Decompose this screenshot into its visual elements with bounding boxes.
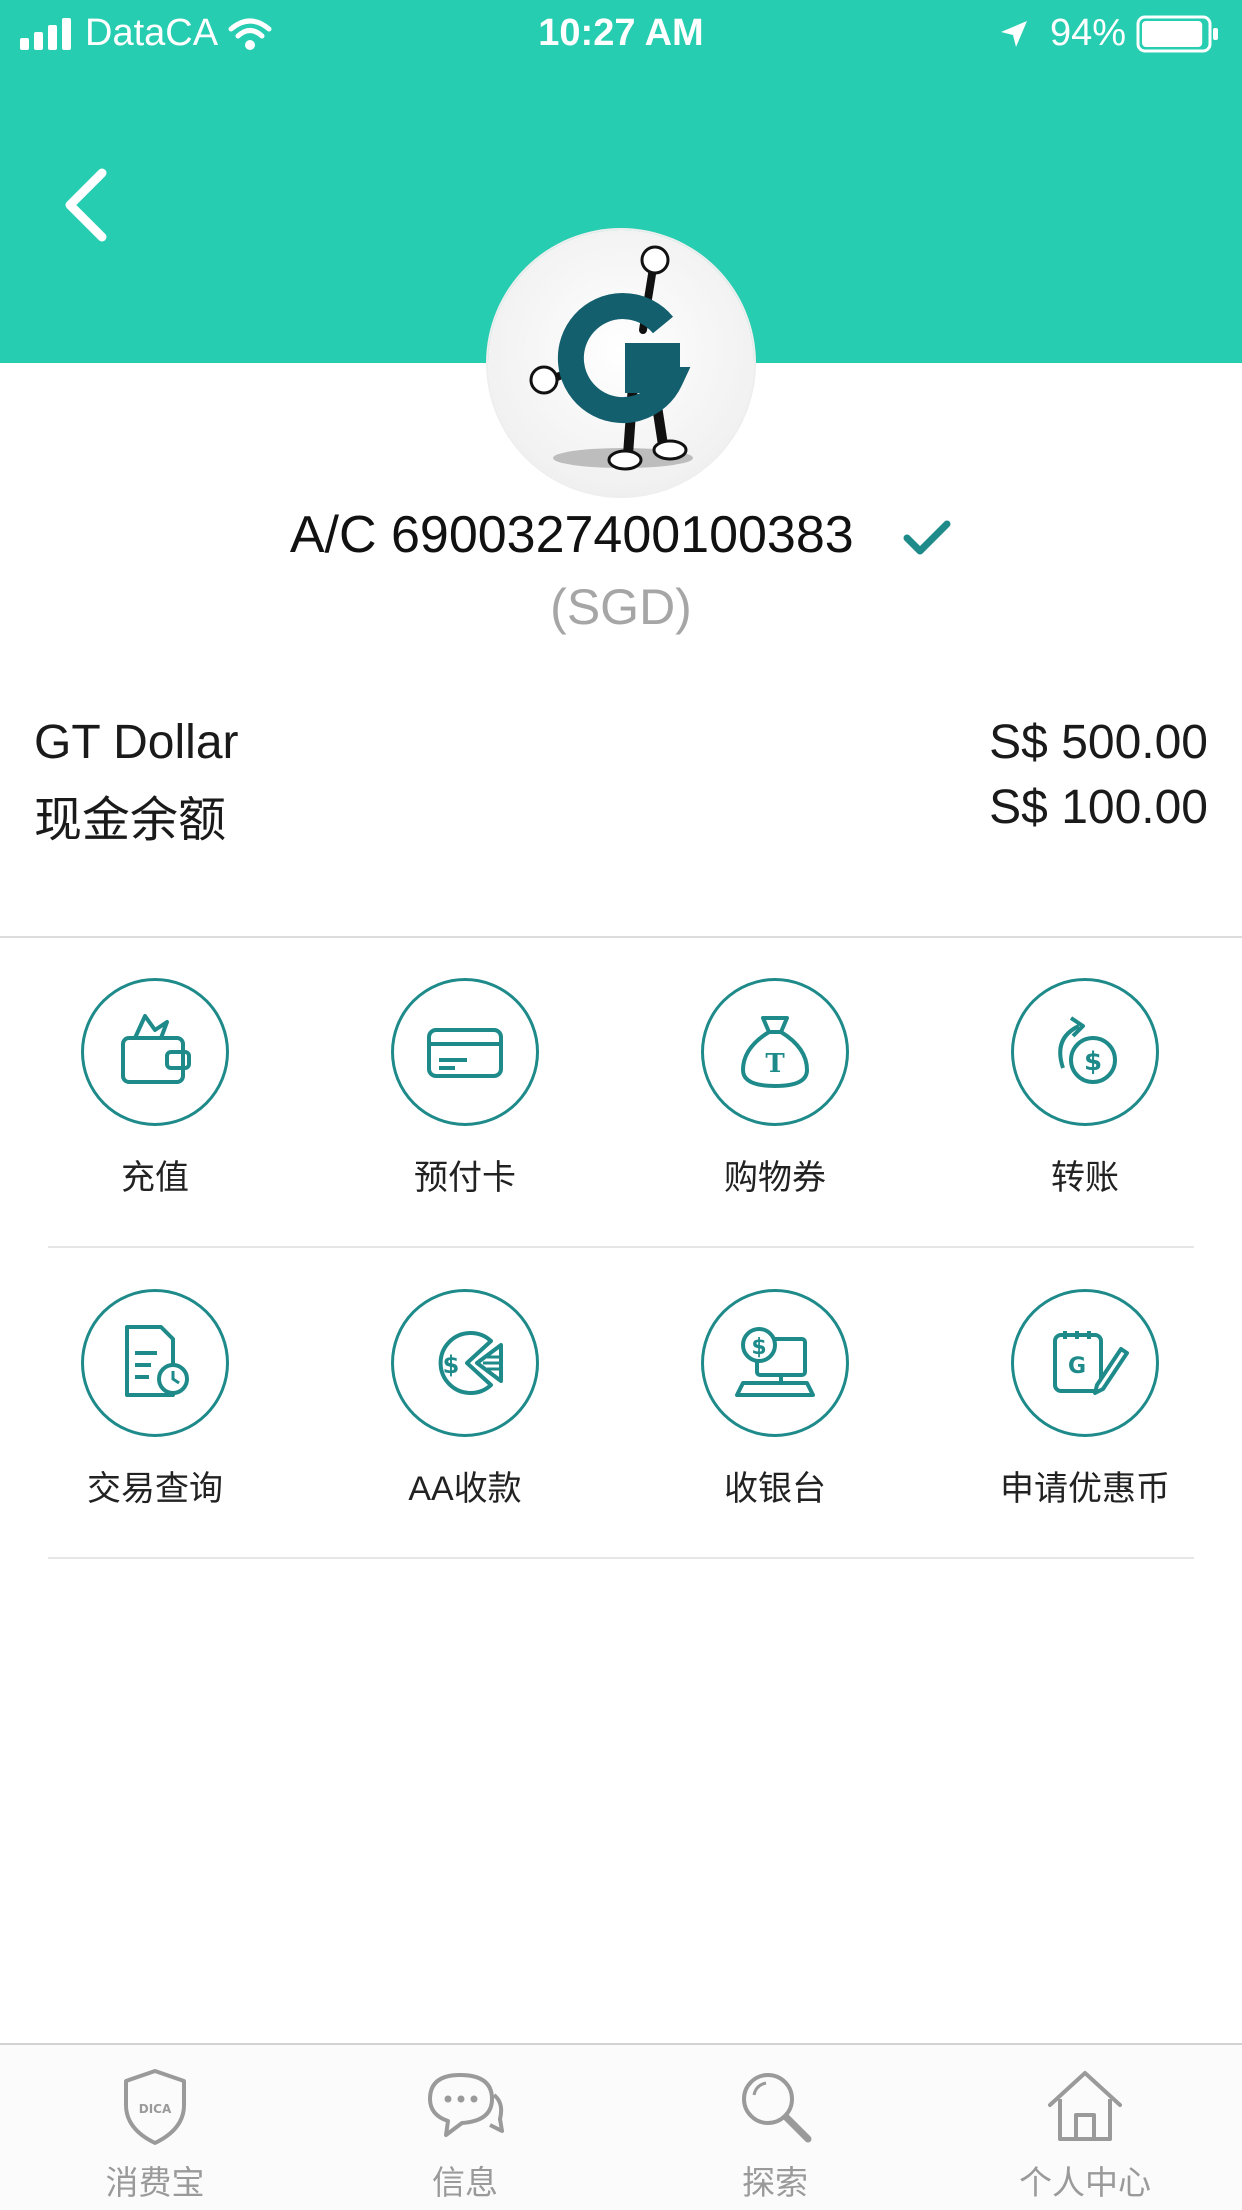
apply-coupon-icon: G bbox=[1053, 1331, 1129, 1395]
coupon-circle: G bbox=[1011, 1289, 1159, 1437]
account-number-row: A/C 6900327400100383 bbox=[0, 505, 1242, 565]
tab-explore[interactable]: 探索 bbox=[620, 2065, 930, 2204]
check-icon bbox=[903, 520, 951, 555]
svg-text:$: $ bbox=[443, 1351, 460, 1379]
card-circle bbox=[391, 978, 539, 1126]
account-currency: (SGD) bbox=[550, 579, 692, 635]
split-payment-icon: $ bbox=[438, 1331, 503, 1395]
tab-label: 信息 bbox=[432, 2164, 498, 2201]
cashier-circle: $ bbox=[701, 1289, 849, 1437]
action-apply-coupon[interactable]: G 申请优惠币 bbox=[930, 1289, 1240, 1510]
search-icon bbox=[742, 2073, 812, 2143]
action-transfer[interactable]: $ 转账 bbox=[930, 978, 1240, 1199]
money-bag-icon: T bbox=[740, 1016, 810, 1089]
account-number: A/C 6900327400100383 bbox=[289, 506, 854, 564]
transaction-circle bbox=[81, 1289, 229, 1437]
back-chevron-icon[interactable] bbox=[58, 165, 118, 245]
battery-percent: 94% bbox=[1049, 12, 1126, 54]
wallet-topup-icon bbox=[121, 1014, 191, 1084]
action-label: 充值 bbox=[121, 1159, 189, 1197]
action-cashier[interactable]: $ 收银台 bbox=[620, 1289, 930, 1510]
balance-value: S$ 500.00 bbox=[989, 716, 1208, 769]
transfer-circle: $ bbox=[1011, 978, 1159, 1126]
shield-icon: DICA bbox=[124, 2069, 186, 2145]
status-bar: DataCA 10:27 AM 94% bbox=[0, 0, 1242, 70]
battery-icon bbox=[1136, 15, 1218, 52]
svg-text:T: T bbox=[765, 1049, 785, 1079]
topup-circle bbox=[81, 978, 229, 1126]
voucher-circle: T bbox=[701, 978, 849, 1126]
chat-icon bbox=[428, 2073, 504, 2137]
action-shopping-voucher[interactable]: T 购物券 bbox=[620, 978, 930, 1199]
tab-consume[interactable]: DICA 消费宝 bbox=[0, 2065, 310, 2204]
tab-messages[interactable]: 信息 bbox=[310, 2065, 620, 2204]
balance-label: GT Dollar bbox=[34, 716, 239, 769]
action-topup[interactable]: 充值 bbox=[0, 978, 310, 1199]
action-aa-collection[interactable]: $ AA收款 bbox=[310, 1289, 620, 1510]
svg-text:G: G bbox=[1068, 1354, 1086, 1379]
tab-profile[interactable]: 个人中心 bbox=[930, 2065, 1240, 2204]
avatar[interactable] bbox=[488, 230, 754, 496]
gt-mascot-logo bbox=[529, 245, 693, 471]
balance-label: 现金余额 bbox=[34, 794, 227, 847]
section-divider bbox=[0, 936, 1242, 938]
shield-badge-text: DICA bbox=[139, 2102, 172, 2116]
svg-text:$: $ bbox=[1084, 1047, 1102, 1077]
tab-label: 探索 bbox=[742, 2164, 808, 2201]
action-label: AA收款 bbox=[408, 1470, 522, 1508]
grid-divider bbox=[48, 1246, 1194, 1248]
action-label: 收银台 bbox=[724, 1470, 826, 1508]
action-prepaid-card[interactable]: 预付卡 bbox=[310, 978, 620, 1199]
tab-label: 消费宝 bbox=[105, 2164, 205, 2201]
bottom-tab-bar: DICA 消费宝 信息 探索 个人中心 bbox=[0, 2043, 1242, 2210]
action-label: 购物券 bbox=[724, 1159, 826, 1197]
action-label: 交易查询 bbox=[87, 1470, 223, 1508]
transfer-icon: $ bbox=[1058, 1016, 1117, 1084]
balance-row-gt-dollar: GT Dollar S$ 500.00 bbox=[34, 715, 1208, 770]
aa-circle: $ bbox=[391, 1289, 539, 1437]
action-transaction-query[interactable]: 交易查询 bbox=[0, 1289, 310, 1510]
action-label: 转账 bbox=[1051, 1159, 1119, 1197]
transaction-history-icon bbox=[125, 1325, 189, 1397]
action-label: 申请优惠币 bbox=[1000, 1470, 1170, 1508]
action-label: 预付卡 bbox=[414, 1159, 516, 1197]
balance-value: S$ 100.00 bbox=[989, 781, 1208, 834]
grid-divider bbox=[48, 1557, 1194, 1559]
balance-row-cash: 现金余额 S$ 100.00 bbox=[34, 780, 1208, 850]
home-icon bbox=[1048, 2071, 1122, 2141]
location-arrow-icon bbox=[1000, 20, 1027, 47]
card-icon bbox=[427, 1028, 503, 1078]
tab-label: 个人中心 bbox=[1019, 2164, 1151, 2201]
cashier-icon: $ bbox=[735, 1327, 815, 1397]
svg-text:$: $ bbox=[751, 1335, 766, 1360]
